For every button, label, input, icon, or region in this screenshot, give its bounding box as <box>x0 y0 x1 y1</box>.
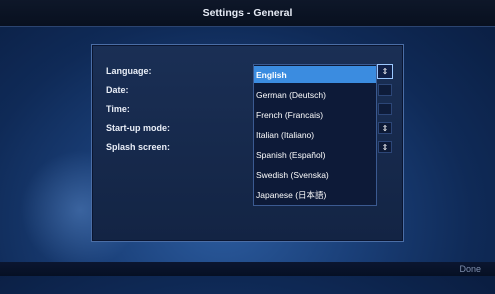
language-option-italian[interactable]: Italian (Italiano) <box>254 126 376 143</box>
window-title: Settings - General <box>202 7 293 19</box>
splash-screen-label: Splash screen: <box>106 142 171 152</box>
language-select-button[interactable]: ⇕ <box>377 64 393 79</box>
up-down-arrows-icon: ⇕ <box>381 67 389 76</box>
done-button[interactable]: Done <box>459 264 481 274</box>
window-title-bar: Settings - General <box>0 0 495 27</box>
up-down-arrows-icon: ⇕ <box>381 142 389 152</box>
language-option-english[interactable]: English <box>254 66 376 83</box>
language-option-japanese[interactable]: Japanese (日本語) <box>254 186 376 203</box>
date-label: Date: <box>106 85 129 95</box>
startup-mode-select[interactable]: ⇕ <box>378 122 392 134</box>
language-option-swedish[interactable]: Swedish (Svenska) <box>254 166 376 183</box>
splash-screen-select[interactable]: ⇕ <box>378 141 392 153</box>
bottom-bar <box>0 262 495 276</box>
language-option-german[interactable]: German (Deutsch) <box>254 86 376 103</box>
time-field[interactable] <box>378 103 392 115</box>
language-option-french[interactable]: French (Francais) <box>254 106 376 123</box>
time-label: Time: <box>106 104 130 114</box>
language-dropdown-list[interactable]: English German (Deutsch) French (Francai… <box>253 64 377 206</box>
date-field[interactable] <box>378 84 392 96</box>
startup-mode-label: Start-up mode: <box>106 123 170 133</box>
language-label: Language: <box>106 66 152 76</box>
up-down-arrows-icon: ⇕ <box>381 123 389 133</box>
language-option-spanish[interactable]: Spanish (Español) <box>254 146 376 163</box>
